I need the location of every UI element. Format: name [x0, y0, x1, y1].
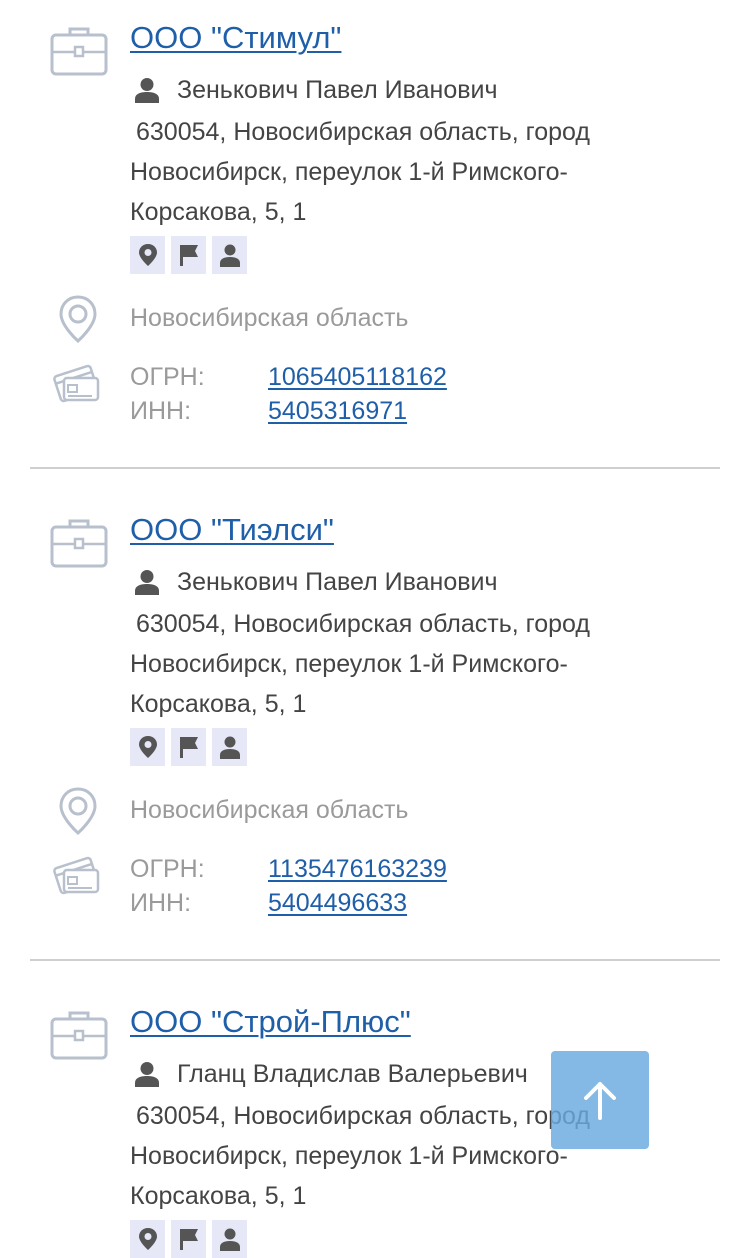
flag-icon — [179, 737, 198, 758]
company-name-link[interactable]: ООО "Стимул" — [130, 16, 341, 60]
inn-label: ИНН: — [130, 397, 192, 425]
card-icon — [53, 364, 100, 403]
company-name-link[interactable]: ООО "Тиэлси" — [130, 508, 334, 552]
person-icon — [135, 78, 159, 103]
flag-tag-button[interactable] — [171, 236, 206, 274]
person-tag-button[interactable] — [212, 728, 247, 766]
briefcase-icon — [50, 1011, 108, 1060]
person-icon — [219, 1228, 240, 1251]
ogrn-label: ОГРН: — [130, 363, 205, 391]
card-divider — [30, 959, 720, 961]
registry-labels: ОГРН: ИНН: — [130, 360, 205, 428]
director-row: Зенькович Павел Иванович — [134, 562, 498, 602]
director-name: Зенькович Павел Иванович — [177, 75, 498, 104]
briefcase-icon — [50, 519, 108, 568]
map-tag-button[interactable] — [130, 236, 165, 274]
location-pin-icon — [59, 787, 97, 836]
scroll-to-top-button[interactable] — [551, 1051, 649, 1149]
inn-label: ИНН: — [130, 889, 192, 917]
flag-tag-button[interactable] — [171, 728, 206, 766]
ogrn-link[interactable]: 1135476163239 — [268, 852, 447, 886]
person-icon — [135, 1062, 159, 1087]
region-text: Новосибирская область — [130, 796, 409, 824]
person-icon — [135, 570, 159, 595]
region-text: Новосибирская область — [130, 304, 409, 332]
card-icon — [53, 856, 100, 895]
arrow-up-icon — [584, 1082, 616, 1120]
director-name: Зенькович Павел Иванович — [177, 567, 498, 596]
location-pin-icon — [59, 295, 97, 344]
registry-labels: ОГРН: ИНН: — [130, 852, 205, 920]
company-address: 630054, Новосибирская область, город Нов… — [130, 610, 590, 718]
flag-icon — [179, 245, 198, 266]
ogrn-link[interactable]: 1065405118162 — [268, 360, 447, 394]
inn-link[interactable]: 5404496633 — [268, 886, 447, 920]
card-divider — [30, 467, 720, 469]
flag-tag-button[interactable] — [171, 1220, 206, 1258]
director-name: Гланц Владислав Валерьевич — [177, 1059, 528, 1088]
briefcase-icon — [50, 27, 108, 76]
director-row: Зенькович Павел Иванович — [134, 70, 498, 110]
location-icon — [138, 736, 157, 758]
action-tags — [130, 1220, 247, 1258]
ogrn-label: ОГРН: — [130, 855, 205, 883]
inn-link[interactable]: 5405316971 — [268, 394, 447, 428]
person-icon — [219, 736, 240, 759]
person-tag-button[interactable] — [212, 1220, 247, 1258]
registry-values: 1135476163239 5404496633 — [268, 852, 447, 920]
person-tag-button[interactable] — [212, 236, 247, 274]
person-icon — [219, 244, 240, 267]
flag-icon — [179, 1229, 198, 1250]
location-icon — [138, 1228, 157, 1250]
map-tag-button[interactable] — [130, 728, 165, 766]
location-icon — [138, 244, 157, 266]
company-address: 630054, Новосибирская область, город Нов… — [130, 118, 590, 226]
company-name-link[interactable]: ООО "Строй-Плюс" — [130, 1000, 411, 1044]
registry-values: 1065405118162 5405316971 — [268, 360, 447, 428]
map-tag-button[interactable] — [130, 1220, 165, 1258]
director-row: Гланц Владислав Валерьевич — [134, 1054, 528, 1094]
action-tags — [130, 236, 247, 274]
action-tags — [130, 728, 247, 766]
